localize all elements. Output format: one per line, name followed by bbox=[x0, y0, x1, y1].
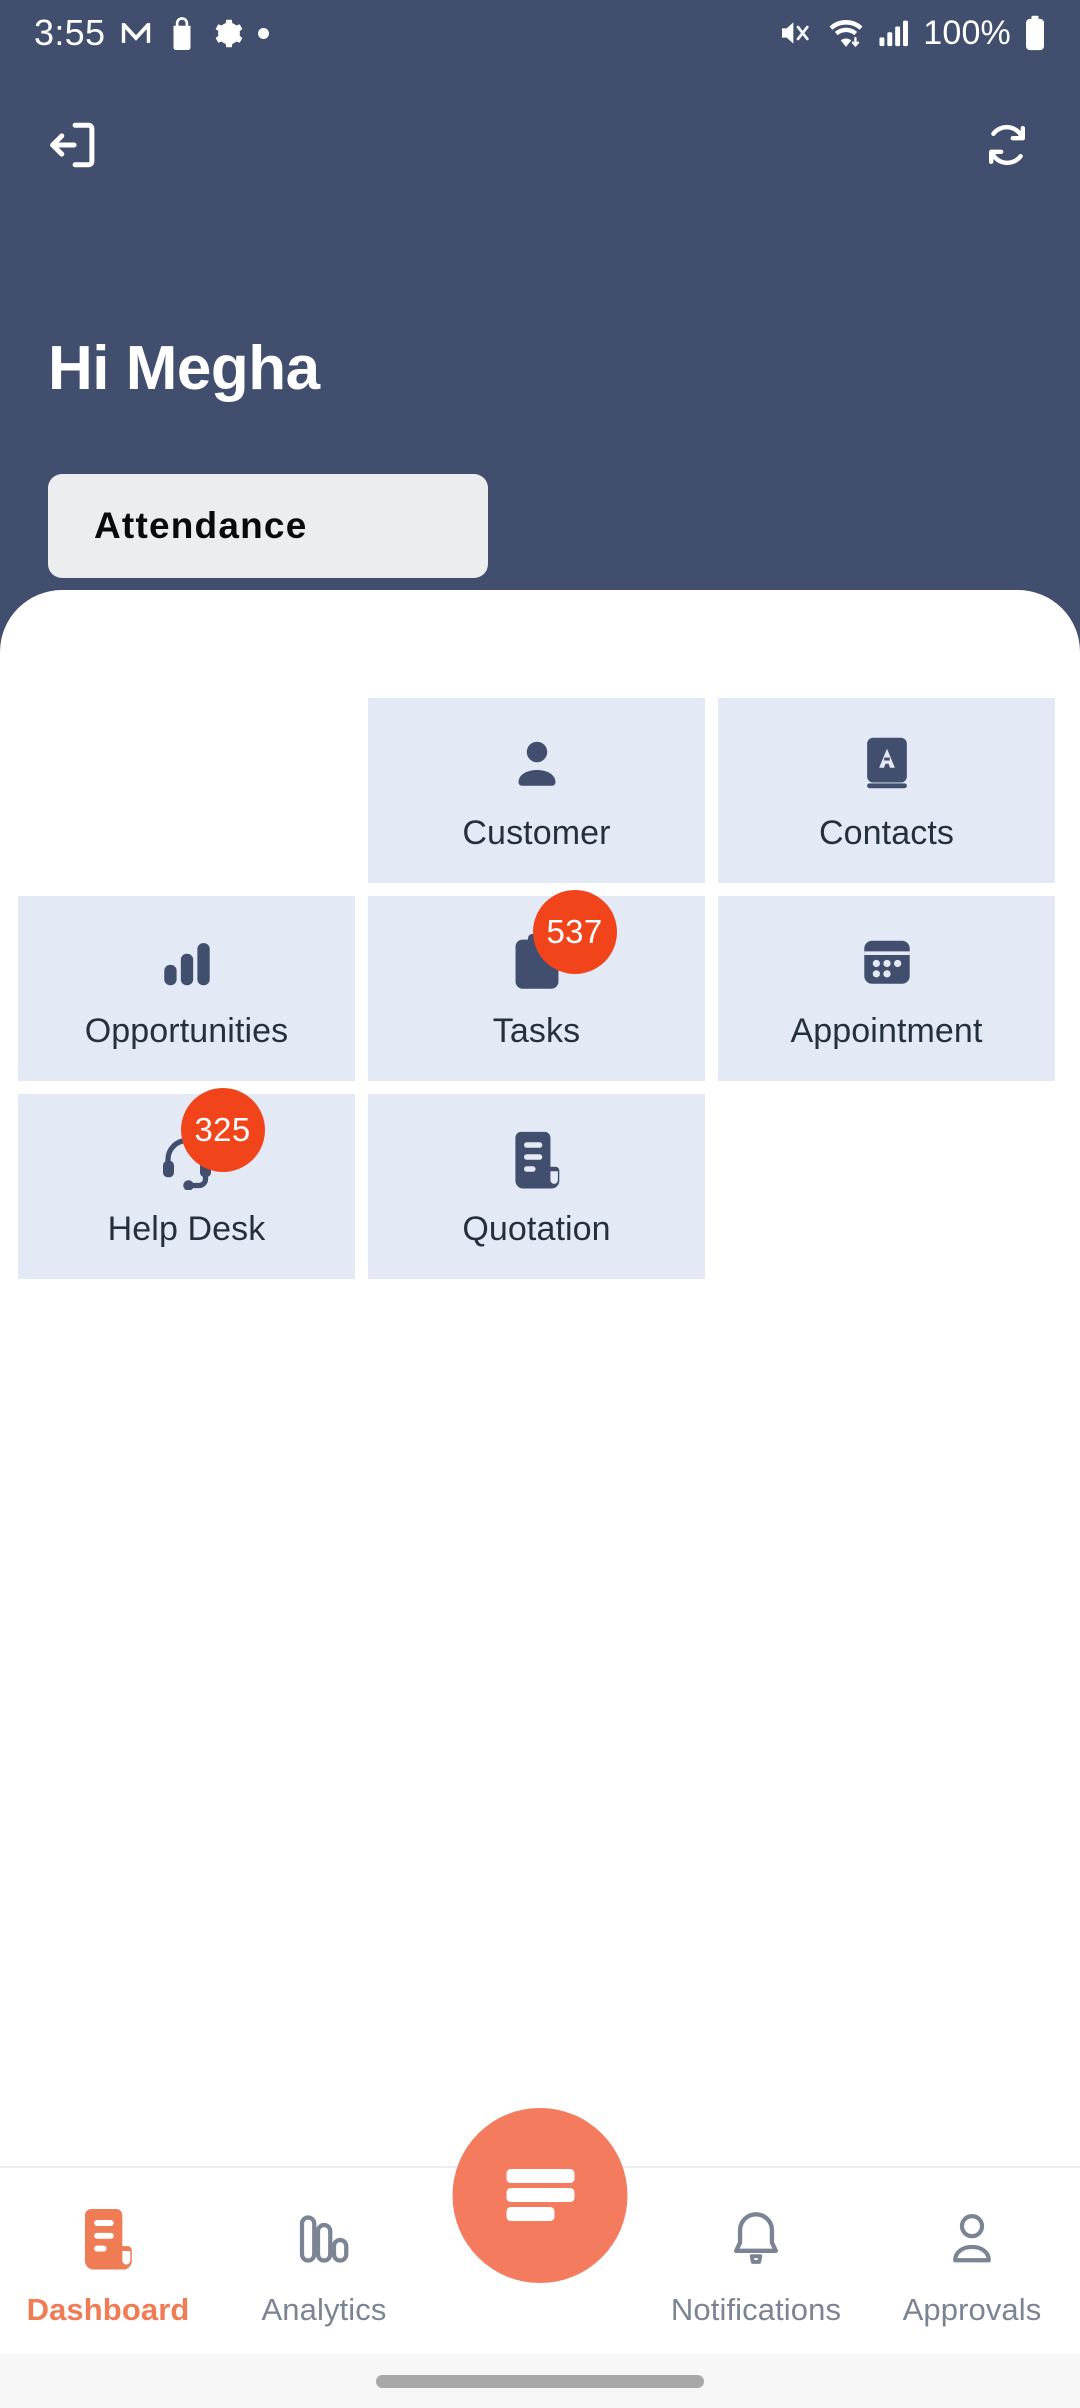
page-title: Hi Megha bbox=[48, 334, 320, 403]
grid-tile-quotation[interactable]: Quotation bbox=[368, 1094, 705, 1279]
grid-tile-help-desk[interactable]: 325 Help Desk bbox=[18, 1087, 355, 1279]
grid-tile-label: Help Desk bbox=[107, 1209, 266, 1248]
headset-icon: 325 bbox=[157, 1087, 265, 1192]
calendar-icon bbox=[858, 930, 916, 994]
status-bar-right: 100% bbox=[778, 14, 1046, 53]
document-icon bbox=[510, 1128, 564, 1192]
grid-tile-opportunities[interactable]: Opportunities bbox=[18, 896, 355, 1081]
logout-button[interactable] bbox=[36, 109, 110, 183]
grid-tile-label: Tasks bbox=[492, 1011, 581, 1050]
bottom-nav-label: Analytics bbox=[261, 2292, 387, 2327]
document-icon bbox=[79, 2208, 137, 2270]
clipboard-icon: 537 bbox=[509, 889, 617, 994]
bottom-nav-label: Approvals bbox=[902, 2292, 1042, 2327]
analytics-bars-icon bbox=[294, 2208, 354, 2270]
wifi-icon bbox=[827, 17, 865, 49]
module-grid: Customer Contacts Opportunities 537 Tasks App… bbox=[18, 698, 1066, 1279]
main-menu-fab-button[interactable] bbox=[452, 2108, 628, 2283]
grid-tile-empty bbox=[18, 698, 355, 883]
battery-percent-label: 100% bbox=[923, 13, 1011, 52]
gmail-icon bbox=[119, 16, 153, 50]
badge-count-tasks: 537 bbox=[532, 889, 617, 974]
grid-tile-label: Appointment bbox=[790, 1011, 983, 1050]
person-outline-icon bbox=[944, 2208, 1000, 2270]
bottom-navigation-bar: Dashboard Analytics Notifications Approvals bbox=[0, 2108, 1080, 2408]
address-book-icon bbox=[858, 732, 916, 796]
status-bar-left: 3:55 bbox=[34, 12, 270, 54]
badge-count-help-desk: 325 bbox=[180, 1087, 265, 1172]
header-toolbar bbox=[0, 100, 1080, 192]
battery-icon bbox=[1024, 15, 1046, 51]
bottom-nav-label: Dashboard bbox=[26, 2292, 190, 2327]
logout-icon bbox=[46, 118, 100, 175]
grid-tile-empty bbox=[718, 1094, 1055, 1279]
app-header: Hi Megha Attendance bbox=[0, 66, 1080, 596]
bottom-nav-item-dashboard[interactable]: Dashboard bbox=[0, 2168, 216, 2356]
bottom-nav-label: Notifications bbox=[670, 2292, 842, 2327]
grid-tile-label: Customer bbox=[462, 813, 611, 852]
home-indicator-bar[interactable] bbox=[376, 2374, 704, 2388]
status-bar-clock: 3:55 bbox=[34, 12, 106, 53]
app-screen: 3:55 100% Hi Megha Attendance Customer C… bbox=[0, 0, 1080, 2408]
grid-tile-label: Opportunities bbox=[84, 1011, 289, 1050]
bottom-nav-item-approvals[interactable]: Approvals bbox=[864, 2168, 1080, 2356]
bottom-nav-item-analytics[interactable]: Analytics bbox=[216, 2168, 432, 2356]
grid-tile-label: Quotation bbox=[462, 1209, 611, 1248]
attendance-button[interactable]: Attendance bbox=[48, 474, 488, 578]
grid-tile-tasks[interactable]: 537 Tasks bbox=[368, 889, 705, 1081]
cellular-signal-icon bbox=[878, 18, 910, 48]
bar-chart-icon bbox=[158, 930, 216, 994]
grid-tile-appointment[interactable]: Appointment bbox=[718, 896, 1055, 1081]
grid-tile-contacts[interactable]: Contacts bbox=[718, 698, 1055, 883]
bottom-nav-item-notifications[interactable]: Notifications bbox=[648, 2168, 864, 2356]
gear-icon bbox=[211, 17, 244, 50]
person-icon bbox=[507, 732, 567, 796]
bell-icon bbox=[727, 2208, 785, 2270]
hamburger-menu-icon bbox=[502, 2165, 578, 2226]
dot-icon bbox=[258, 27, 270, 39]
refresh-button[interactable] bbox=[970, 109, 1044, 183]
grid-tile-label: Contacts bbox=[819, 813, 954, 852]
status-bar: 3:55 100% bbox=[0, 0, 1080, 66]
shopping-bag-icon bbox=[167, 16, 197, 50]
attendance-button-label: Attendance bbox=[94, 505, 308, 546]
system-gesture-area bbox=[0, 2354, 1080, 2408]
refresh-icon bbox=[981, 119, 1033, 174]
mute-icon bbox=[778, 17, 814, 49]
grid-tile-customer[interactable]: Customer bbox=[368, 698, 705, 883]
